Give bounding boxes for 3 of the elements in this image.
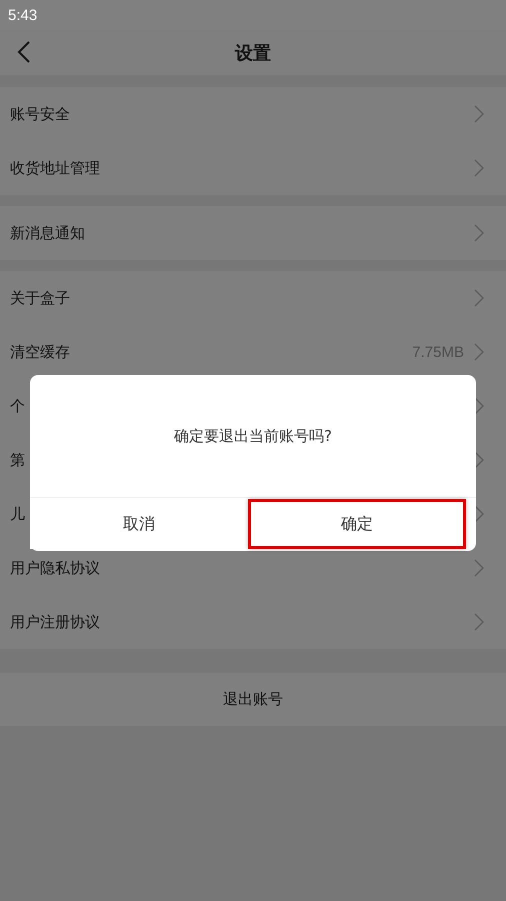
page-title: 设置 [235,42,271,64]
dialog-message: 确定要退出当前账号吗? [30,375,476,498]
status-time: 5:43 [8,6,38,24]
